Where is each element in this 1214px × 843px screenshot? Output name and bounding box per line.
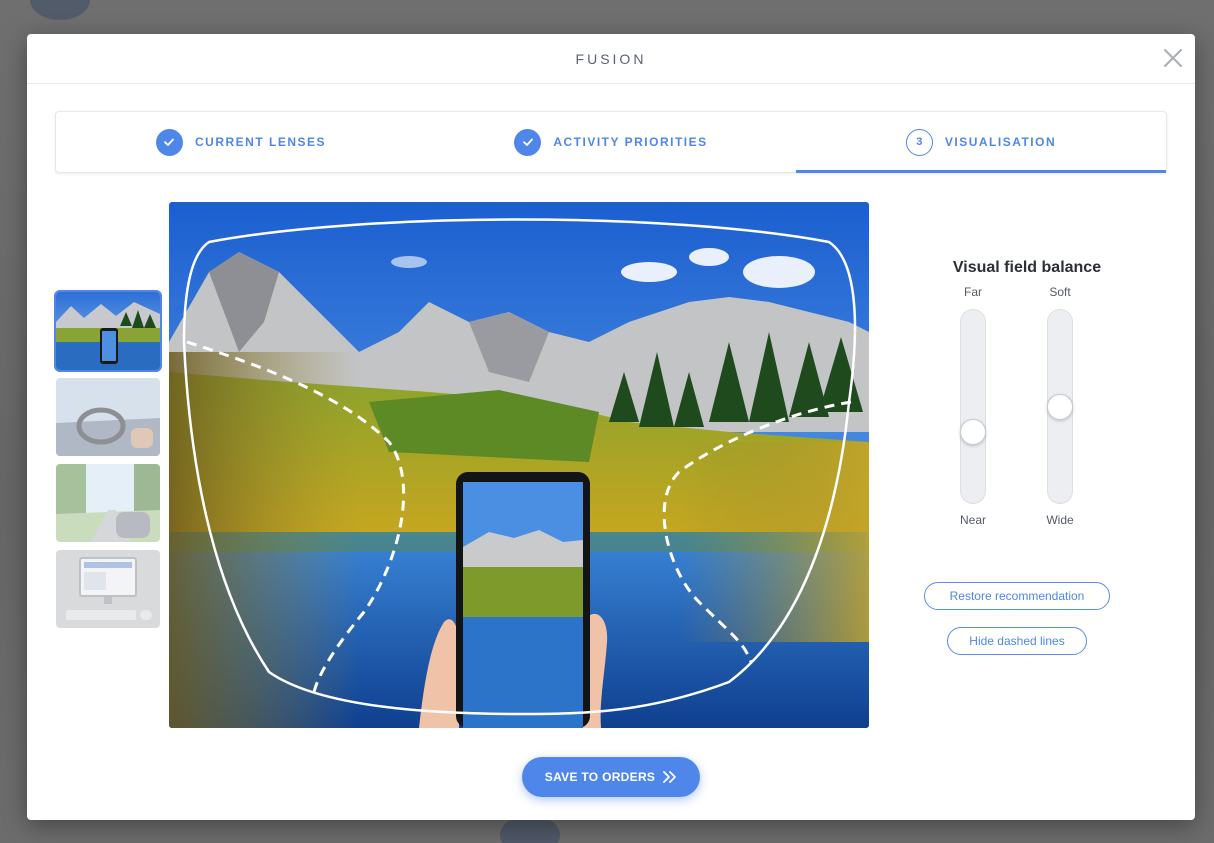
visual-field-controls: Visual field balance Far Near Soft Wide …: [907, 259, 1147, 655]
fusion-modal: FUSION CURRENT LENSES ACTIVITY PRIORITIE…: [27, 34, 1195, 820]
step-label: CURRENT LENSES: [194, 135, 326, 149]
thumbnail-computer-desk[interactable]: [56, 550, 160, 628]
lens-visualisation-scene[interactable]: [169, 202, 869, 728]
lens-scene-image: [169, 202, 869, 728]
step-label: ACTIVITY PRIORITIES: [553, 135, 708, 149]
close-icon: [1164, 49, 1182, 67]
car-driving-image: [56, 378, 160, 456]
thumbnail-car-driving[interactable]: [56, 378, 160, 456]
computer-desk-image: [56, 550, 160, 628]
softness-slider-top-label: Soft: [1049, 285, 1071, 299]
softness-slider-knob[interactable]: [1047, 394, 1073, 420]
step-number-badge: 3: [905, 128, 933, 156]
backdrop-shape: [30, 0, 90, 20]
mountain-lake-image: [56, 292, 160, 370]
step-label: VISUALISATION: [944, 135, 1057, 149]
step-visualisation[interactable]: 3 VISUALISATION: [796, 112, 1166, 173]
distance-slider-top-label: Far: [964, 285, 982, 299]
thumbnail-cycling-park[interactable]: [56, 464, 160, 542]
thumbnail-mountain-lake[interactable]: [56, 292, 160, 370]
modal-header: FUSION: [27, 34, 1195, 84]
save-button-label: SAVE TO ORDERS: [544, 770, 656, 784]
step-badge: [155, 128, 183, 156]
modal-title: FUSION: [575, 50, 647, 67]
distance-slider-group: Far Near: [943, 285, 1003, 535]
cycling-park-image: [56, 464, 160, 542]
softness-slider-bottom-label: Wide: [1046, 513, 1074, 527]
save-to-orders-button[interactable]: SAVE TO ORDERS: [522, 757, 700, 797]
softness-slider-group: Soft Wide: [1030, 285, 1090, 535]
check-icon: [522, 138, 533, 146]
distance-slider-knob[interactable]: [960, 419, 986, 445]
close-button[interactable]: [1159, 44, 1187, 72]
scene-thumbnails: [56, 292, 160, 636]
controls-title: Visual field balance: [952, 259, 1102, 276]
restore-recommendation-button[interactable]: Restore recommendation: [924, 582, 1110, 610]
step-activity-priorities[interactable]: ACTIVITY PRIORITIES: [426, 112, 796, 172]
distance-slider-bottom-label: Near: [959, 513, 986, 527]
step-badge: [514, 128, 542, 156]
step-current-lenses[interactable]: CURRENT LENSES: [56, 112, 426, 172]
softness-slider-track[interactable]: [1047, 309, 1073, 504]
check-icon: [164, 138, 175, 146]
hide-dashed-lines-button[interactable]: Hide dashed lines: [947, 627, 1087, 655]
double-chevron-right-icon: [663, 771, 677, 783]
distance-slider-track[interactable]: [960, 309, 986, 504]
progress-stepper: CURRENT LENSES ACTIVITY PRIORITIES 3 VIS…: [55, 111, 1167, 173]
